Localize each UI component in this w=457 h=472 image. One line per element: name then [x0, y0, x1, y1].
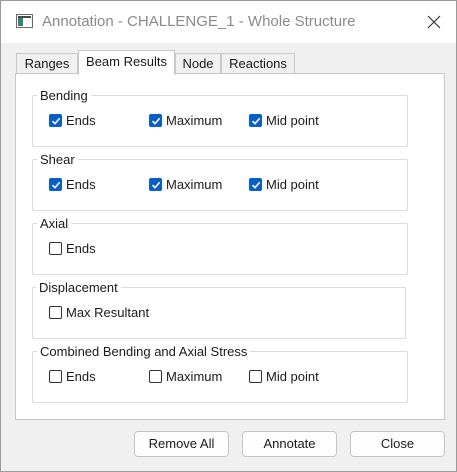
checkbox-checked: [49, 114, 62, 127]
checkbox-checked: [149, 178, 162, 191]
shear-ends-checkbox[interactable]: Ends: [49, 177, 96, 192]
checkbox-unchecked: [49, 242, 62, 255]
combined-maximum-checkbox[interactable]: Maximum: [149, 369, 222, 384]
bending-maximum-checkbox[interactable]: Maximum: [149, 113, 222, 128]
check-icon: [51, 117, 60, 125]
checkbox-checked: [49, 178, 62, 191]
checkbox-label: Mid point: [266, 369, 319, 384]
checkbox-checked: [249, 114, 262, 127]
bending-midpoint-checkbox[interactable]: Mid point: [249, 113, 319, 128]
checkbox-unchecked: [249, 370, 262, 383]
check-icon: [151, 117, 160, 125]
checkbox-checked: [249, 178, 262, 191]
shear-group-title: Shear: [37, 152, 78, 167]
close-icon: [427, 15, 441, 29]
checkbox-label: Max Resultant: [66, 305, 150, 320]
checkbox-checked: [149, 114, 162, 127]
shear-maximum-checkbox[interactable]: Maximum: [149, 177, 222, 192]
axial-group-title: Axial: [37, 216, 72, 231]
title-bar: Annotation - CHALLENGE_1 - Whole Structu…: [1, 1, 456, 43]
bending-ends-checkbox[interactable]: Ends: [49, 113, 96, 128]
checkbox-label: Maximum: [166, 177, 223, 192]
combined-stress-group-title: Combined Bending and Axial Stress: [37, 344, 251, 359]
tab-node[interactable]: Node: [175, 53, 221, 74]
checkbox-label: Maximum: [166, 113, 223, 128]
window-title: Annotation - CHALLENGE_1 - Whole Structu…: [42, 13, 356, 30]
tab-reactions[interactable]: Reactions: [221, 53, 295, 74]
check-icon: [51, 181, 60, 189]
checkbox-label: Ends: [66, 241, 96, 256]
checkbox-label: Mid point: [266, 177, 319, 192]
axial-ends-checkbox[interactable]: Ends: [49, 241, 96, 256]
checkbox-label: Ends: [66, 177, 96, 192]
combined-ends-checkbox[interactable]: Ends: [49, 369, 96, 384]
shear-midpoint-checkbox[interactable]: Mid point: [249, 177, 319, 192]
checkbox-unchecked: [49, 306, 62, 319]
annotate-button[interactable]: Annotate: [242, 431, 337, 457]
checkbox-unchecked: [49, 370, 62, 383]
close-button[interactable]: Close: [350, 431, 445, 457]
beam-results-panel: Bending Ends Maximum Mid point Shear End…: [15, 73, 445, 420]
bending-group-title: Bending: [37, 88, 91, 103]
check-icon: [251, 181, 260, 189]
check-icon: [151, 181, 160, 189]
checkbox-label: Ends: [66, 113, 96, 128]
close-window-button[interactable]: [411, 5, 457, 39]
remove-all-button[interactable]: Remove All: [134, 431, 229, 457]
checkbox-unchecked: [149, 370, 162, 383]
displacement-group-title: Displacement: [36, 280, 121, 295]
combined-midpoint-checkbox[interactable]: Mid point: [249, 369, 319, 384]
annotation-dialog: Annotation - CHALLENGE_1 - Whole Structu…: [0, 0, 457, 472]
check-icon: [251, 117, 260, 125]
tab-beam-results[interactable]: Beam Results: [78, 50, 175, 75]
checkbox-label: Mid point: [266, 113, 319, 128]
displacement-max-resultant-checkbox[interactable]: Max Resultant: [49, 305, 149, 320]
tab-ranges[interactable]: Ranges: [16, 53, 78, 74]
checkbox-label: Ends: [66, 369, 96, 384]
checkbox-label: Maximum: [166, 369, 223, 384]
app-window-icon: [16, 14, 33, 28]
